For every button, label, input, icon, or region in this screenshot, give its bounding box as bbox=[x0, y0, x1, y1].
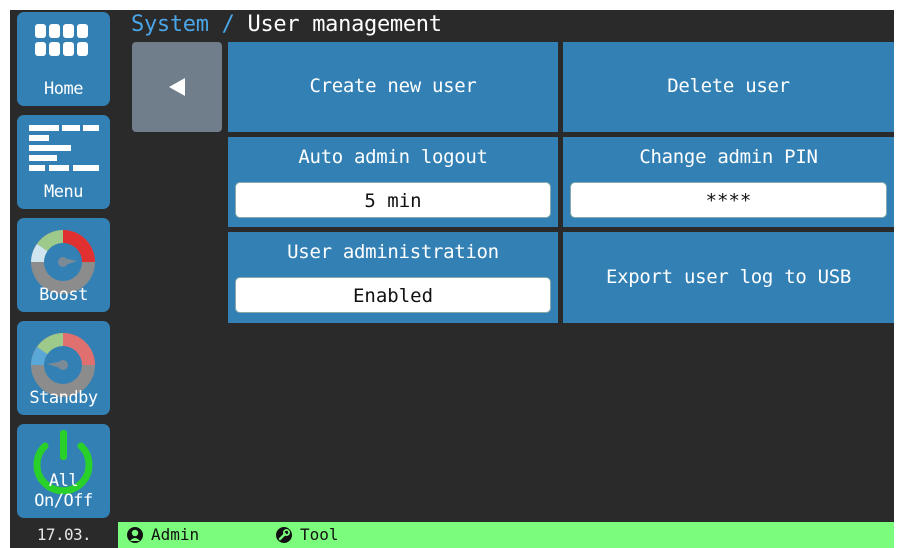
auto-logout-value-field[interactable]: 5 min bbox=[235, 182, 551, 218]
tile-label: Auto admin logout bbox=[298, 146, 488, 168]
tile-label: Delete user bbox=[667, 75, 790, 97]
sidebar-item-label: Home bbox=[44, 79, 83, 99]
clock: 17.03. 12:23 bbox=[36, 525, 92, 544]
tile-label: User administration bbox=[287, 241, 499, 263]
status-strip: Admin Tool bbox=[118, 522, 894, 548]
status-tool[interactable]: Tool bbox=[275, 522, 355, 548]
tile-label: Create new user bbox=[309, 75, 477, 97]
export-user-log-button[interactable]: Export user log to USB bbox=[563, 232, 894, 323]
sidebar-item-boost[interactable]: Boost bbox=[17, 218, 110, 312]
sidebar-item-home[interactable]: Home bbox=[17, 12, 110, 106]
status-user[interactable]: Admin bbox=[126, 522, 206, 548]
create-user-button[interactable]: Create new user bbox=[228, 42, 558, 132]
back-arrow-icon bbox=[169, 78, 185, 96]
tool-icon bbox=[276, 527, 292, 543]
sidebar-item-all-on-off[interactable]: All On/Off bbox=[17, 424, 110, 518]
auto-admin-logout-tile[interactable]: Auto admin logout 5 min bbox=[228, 137, 558, 227]
breadcrumb[interactable]: System / bbox=[131, 12, 235, 37]
page-title-text: User management bbox=[247, 12, 442, 37]
user-icon bbox=[127, 527, 143, 543]
screen: Home Menu Boost Standby All On/Off Syste… bbox=[10, 10, 894, 548]
sidebar-item-label: Standby bbox=[29, 388, 98, 408]
sidebar-item-standby[interactable]: Standby bbox=[17, 321, 110, 415]
status-bar: 17.03. 12:23 Admin Tool bbox=[10, 522, 894, 548]
delete-user-button[interactable]: Delete user bbox=[563, 42, 894, 132]
back-button[interactable] bbox=[132, 42, 222, 132]
sidebar-item-menu[interactable]: Menu bbox=[17, 115, 110, 209]
user-administration-tile[interactable]: User administration Enabled bbox=[228, 232, 558, 323]
tile-label: Change admin PIN bbox=[639, 146, 818, 168]
sidebar-item-label: Boost bbox=[39, 285, 88, 305]
sidebar: Home Menu Boost Standby All On/Off bbox=[10, 10, 118, 520]
status-user-label: Admin bbox=[151, 525, 200, 544]
admin-pin-field[interactable]: **** bbox=[570, 182, 887, 218]
status-tool-label: Tool bbox=[300, 525, 339, 544]
sidebar-item-label: All On/Off bbox=[34, 471, 93, 511]
change-admin-pin-tile[interactable]: Change admin PIN **** bbox=[563, 137, 894, 227]
page-title: System / User management bbox=[131, 12, 442, 37]
sidebar-item-label: Menu bbox=[44, 182, 83, 202]
tile-label: Export user log to USB bbox=[605, 266, 852, 288]
user-administration-value-field[interactable]: Enabled bbox=[235, 277, 551, 313]
